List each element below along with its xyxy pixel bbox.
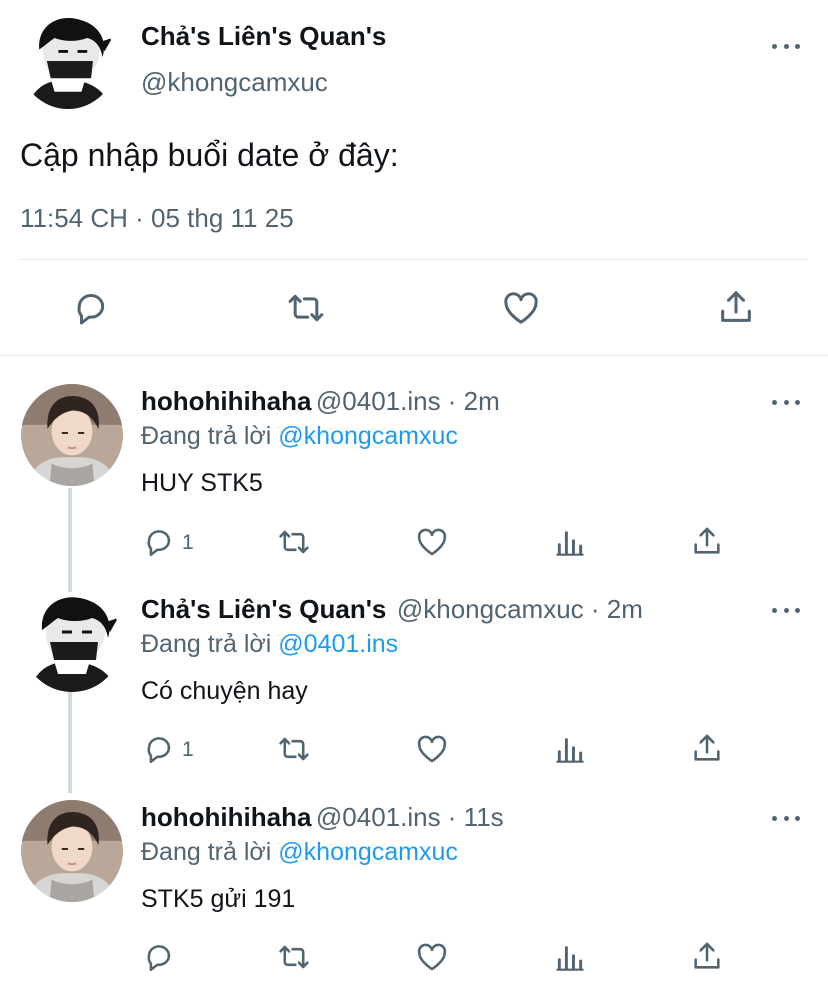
- reply-meta[interactable]: @0401.ins · 11s: [316, 802, 504, 832]
- share-icon[interactable]: [690, 731, 724, 765]
- retweet-icon[interactable]: [277, 525, 311, 559]
- replying-to: Đang trả lời @khongcamxuc: [141, 838, 458, 866]
- reply-display-name[interactable]: hohohihihaha: [141, 802, 311, 832]
- main-handle[interactable]: @khongcamxuc: [141, 67, 328, 98]
- divider: [20, 259, 808, 260]
- reply-text: Có chuyện hay: [141, 677, 308, 705]
- like-icon[interactable]: [415, 525, 449, 559]
- reply-avatar[interactable]: [22, 592, 122, 692]
- retweet-icon[interactable]: [277, 940, 311, 974]
- reply-header: Chả's Liên's Quan's @khongcamxuc · 2m: [141, 594, 643, 625]
- replying-to: Đang trả lời @khongcamxuc: [141, 422, 458, 450]
- reply-text: STK5 gửi 191: [141, 885, 296, 913]
- more-icon[interactable]: [772, 812, 800, 824]
- mention-link[interactable]: @khongcamxuc: [278, 838, 458, 866]
- like-icon[interactable]: [415, 732, 449, 766]
- reply-icon[interactable]: [142, 732, 176, 766]
- reply-meta[interactable]: @khongcamxuc · 2m: [397, 594, 643, 624]
- section-divider: [0, 355, 828, 356]
- more-icon[interactable]: [772, 40, 800, 52]
- reply-count: 1: [182, 738, 194, 761]
- share-icon[interactable]: [690, 939, 724, 973]
- more-icon[interactable]: [772, 604, 800, 616]
- mention-link[interactable]: @0401.ins: [278, 630, 398, 658]
- reply-avatar[interactable]: [21, 384, 123, 486]
- main-avatar[interactable]: [20, 13, 116, 109]
- share-icon[interactable]: [716, 287, 756, 327]
- more-icon[interactable]: [772, 396, 800, 408]
- reply-icon[interactable]: [142, 940, 176, 974]
- like-icon[interactable]: [501, 288, 541, 328]
- reply-avatar[interactable]: [21, 800, 123, 902]
- reply-text: HUY STK5: [141, 469, 263, 497]
- views-icon[interactable]: [554, 526, 586, 558]
- retweet-icon[interactable]: [277, 732, 311, 766]
- main-tweet-text: Cập nhập buổi date ở đây:: [20, 137, 399, 173]
- reply-display-name[interactable]: hohohihihaha: [141, 386, 311, 416]
- reply-count: 1: [182, 531, 194, 554]
- views-icon[interactable]: [554, 733, 586, 765]
- main-timestamp[interactable]: 11:54 CH · 05 thg 11 25: [20, 203, 294, 234]
- retweet-icon[interactable]: [286, 288, 326, 328]
- reply-icon[interactable]: [71, 288, 111, 328]
- reply-header: hohohihihaha @0401.ins · 2m: [141, 386, 500, 417]
- share-icon[interactable]: [690, 524, 724, 558]
- reply-icon[interactable]: [142, 525, 176, 559]
- reply-display-name[interactable]: Chả's Liên's Quan's: [141, 594, 386, 624]
- main-display-name[interactable]: Chả's Liên's Quan's: [141, 21, 386, 52]
- mention-link[interactable]: @khongcamxuc: [278, 422, 458, 450]
- like-icon[interactable]: [415, 940, 449, 974]
- reply-meta[interactable]: @0401.ins · 2m: [316, 386, 500, 416]
- reply-header: hohohihihaha @0401.ins · 11s: [141, 802, 504, 833]
- views-icon[interactable]: [554, 941, 586, 973]
- replying-to: Đang trả lời @0401.ins: [141, 630, 399, 658]
